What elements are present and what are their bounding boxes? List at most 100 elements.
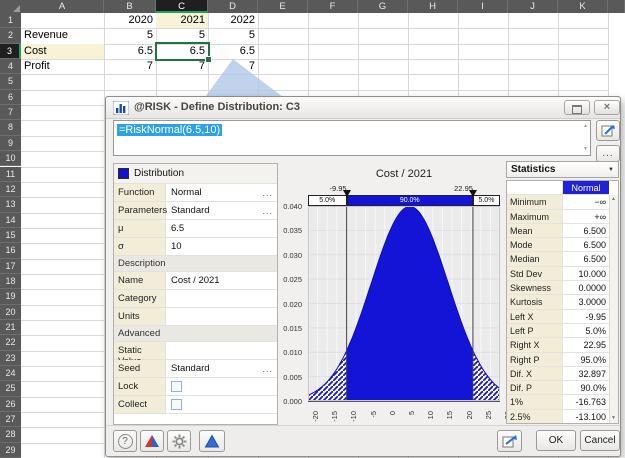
statistic-label: Mode [507, 238, 563, 252]
row-header-9[interactable]: 9 [0, 135, 21, 152]
property-value[interactable] [166, 381, 277, 392]
more-button[interactable]: ... [262, 188, 277, 198]
checkbox-lock[interactable] [171, 381, 182, 392]
row-header-6[interactable]: 6 [0, 89, 21, 106]
column-header-C[interactable]: C [156, 0, 208, 13]
cancel-button[interactable]: Cancel [580, 430, 620, 451]
column-header-K[interactable]: K [558, 0, 608, 13]
row-header-16[interactable]: 16 [0, 243, 21, 259]
cell-A2[interactable]: Revenue [21, 28, 104, 43]
cell-B1[interactable]: 2020 [104, 13, 156, 28]
distribution-palette-button[interactable] [199, 430, 225, 452]
statistic-row: Dif. P 90.0% [507, 381, 609, 396]
column-header-E[interactable]: E [258, 0, 308, 13]
row-header-26[interactable]: 26 [0, 396, 21, 413]
cell-A4[interactable]: Profit [21, 59, 104, 74]
row-header-7[interactable]: 7 [0, 105, 21, 121]
row-header-11[interactable]: 11 [0, 166, 21, 182]
row-header-24[interactable]: 24 [0, 366, 21, 382]
cell-D4[interactable]: 7 [208, 59, 258, 74]
cell-C1[interactable]: 2021 [156, 13, 208, 28]
y-tick-label: 0.025 [283, 275, 302, 285]
dialog-titlebar[interactable]: @RISK - Define Distribution: C3 × [106, 97, 620, 119]
column-header-I[interactable]: I [458, 0, 508, 13]
row-header-8[interactable]: 8 [0, 120, 21, 136]
property-value[interactable]: Normal [166, 187, 262, 198]
row-header-29[interactable]: 29 [0, 442, 21, 458]
section-header-description: Description [114, 256, 277, 272]
column-header-J[interactable]: J [508, 0, 558, 13]
row-header-18[interactable]: 18 [0, 273, 21, 290]
statistic-label: Right P [507, 352, 563, 366]
cell-C4[interactable]: 7 [156, 59, 208, 74]
row-header-27[interactable]: 27 [0, 412, 21, 428]
selected-cell-border[interactable] [154, 42, 210, 61]
right-delimiter-handle[interactable] [468, 190, 477, 197]
property-value[interactable]: Standard [166, 363, 262, 374]
property-value[interactable]: Standard [166, 205, 262, 216]
fill-handle[interactable] [205, 56, 212, 64]
cell-D2[interactable]: 5 [208, 28, 258, 43]
gridline-horizontal [21, 89, 608, 91]
scroll-down-icon[interactable]: ▼ [611, 416, 616, 421]
row-header-4[interactable]: 4 [0, 59, 21, 75]
statistics-empty-corner [507, 181, 563, 195]
property-value[interactable]: 6.5 [166, 223, 277, 234]
edit-reference-button[interactable] [497, 430, 522, 452]
property-value[interactable]: Cost / 2021 [166, 275, 277, 286]
ok-button[interactable]: OK [536, 430, 576, 451]
cell-B3[interactable]: 6.5 [104, 44, 156, 59]
cell-B2[interactable]: 5 [104, 28, 156, 43]
cell-B4[interactable]: 7 [104, 59, 156, 74]
row-header-23[interactable]: 23 [0, 350, 21, 367]
row-header-21[interactable]: 21 [0, 320, 21, 336]
scroll-up-icon[interactable]: ▲ [611, 197, 616, 202]
property-value[interactable] [166, 399, 277, 410]
column-header-B[interactable]: B [104, 0, 156, 13]
delimiter-bar[interactable]: 5.0% 90.0% 5.0% [308, 190, 500, 206]
column-header-D[interactable]: D [208, 0, 258, 13]
row-header-20[interactable]: 20 [0, 304, 21, 320]
row-header-25[interactable]: 25 [0, 381, 21, 397]
formula-input[interactable]: =RiskNormal(6.5,10) ▲ ▼ [113, 120, 591, 156]
row-header-1[interactable]: 1 [0, 13, 21, 29]
checkbox-collect[interactable] [171, 399, 182, 410]
left-delimiter-handle[interactable] [342, 190, 351, 197]
row-header-19[interactable]: 19 [0, 289, 21, 305]
formula-scroll-up-icon[interactable]: ▲ [583, 124, 588, 129]
column-header-A[interactable]: A [21, 0, 104, 13]
settings-button[interactable] [167, 430, 191, 452]
column-header-H[interactable]: H [408, 0, 458, 13]
select-all-corner[interactable] [0, 0, 21, 13]
row-header-5[interactable]: 5 [0, 74, 21, 90]
column-header-G[interactable]: G [358, 0, 408, 13]
distribution-chart[interactable] [307, 205, 501, 402]
edit-formula-button[interactable] [596, 120, 620, 141]
row-header-17[interactable]: 17 [0, 258, 21, 274]
more-options-button[interactable]: ... [596, 145, 620, 162]
cell-A3[interactable]: Cost [21, 44, 104, 59]
x-tick-label: -5 [368, 411, 378, 418]
fit-distribution-button[interactable] [140, 430, 164, 452]
statistics-dropdown[interactable]: Statistics ▼ [506, 161, 619, 178]
property-label: Units [114, 308, 166, 325]
help-button[interactable]: ? [113, 430, 137, 452]
row-header-28[interactable]: 28 [0, 427, 21, 443]
cell-D1[interactable]: 2022 [208, 13, 258, 28]
column-header-F[interactable]: F [308, 0, 358, 13]
property-value[interactable]: 10 [166, 241, 277, 252]
row-header-3[interactable]: 3 [0, 43, 21, 60]
row-header-13[interactable]: 13 [0, 197, 21, 213]
row-header-2[interactable]: 2 [0, 28, 21, 44]
row-header-12[interactable]: 12 [0, 181, 21, 198]
close-button[interactable]: × [594, 100, 620, 115]
row-header-15[interactable]: 15 [0, 227, 21, 244]
row-header-14[interactable]: 14 [0, 212, 21, 228]
y-tick-label: 0.015 [283, 323, 302, 333]
statistics-scrollbar[interactable]: ▲ ▼ [609, 195, 618, 423]
formula-scroll-down-icon[interactable]: ▼ [583, 147, 588, 152]
row-header-22[interactable]: 22 [0, 335, 21, 351]
row-header-10[interactable]: 10 [0, 151, 21, 167]
maximize-button[interactable] [564, 100, 590, 115]
cell-D3[interactable]: 6.5 [208, 44, 258, 59]
